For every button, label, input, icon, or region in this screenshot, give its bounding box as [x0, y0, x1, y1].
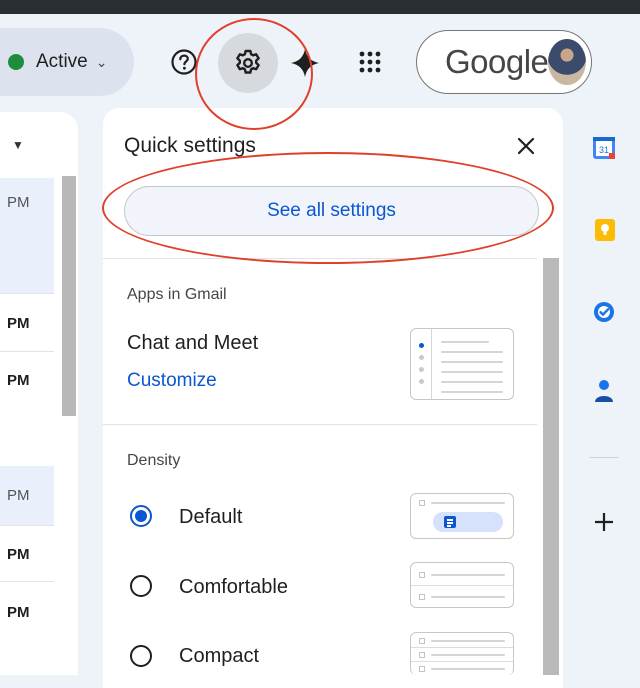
density-comfortable-preview — [410, 562, 514, 608]
divider — [590, 457, 618, 458]
apps-section-heading: Apps in Gmail — [127, 286, 227, 303]
contacts-icon[interactable] — [594, 378, 614, 404]
chevron-down-icon: ⌄ — [95, 53, 108, 70]
divider — [103, 424, 537, 425]
mail-time: PM — [7, 604, 30, 621]
density-default-radio[interactable] — [130, 505, 152, 527]
mail-time: PM — [7, 487, 30, 504]
density-default-label[interactable]: Default — [179, 506, 242, 529]
close-icon[interactable] — [514, 134, 538, 158]
list-item[interactable]: PM — [0, 178, 54, 294]
gear-icon — [236, 49, 260, 74]
mail-time: PM — [7, 315, 30, 332]
mail-scrollbar[interactable] — [62, 176, 76, 416]
list-item[interactable]: PM — [0, 294, 54, 352]
density-compact-label[interactable]: Compact — [179, 645, 259, 668]
settings-button[interactable] — [218, 33, 278, 93]
list-item[interactable]: PM — [0, 582, 54, 638]
panel-title: Quick settings — [124, 134, 256, 157]
density-comfortable-radio[interactable] — [130, 575, 152, 597]
density-compact-radio[interactable] — [130, 645, 152, 667]
chat-and-meet-label: Chat and Meet — [127, 332, 259, 354]
panel-scrollbar[interactable] — [543, 258, 559, 675]
svg-text:31: 31 — [599, 145, 609, 155]
list-item[interactable]: PM — [0, 352, 54, 410]
divider — [103, 258, 537, 259]
mail-time: PM — [7, 546, 30, 563]
apps-grid-icon[interactable] — [358, 50, 382, 74]
tasks-icon[interactable] — [592, 300, 616, 324]
density-default-preview — [410, 493, 514, 539]
list-item[interactable]: PM — [0, 526, 54, 582]
top-strip — [0, 0, 640, 14]
status-label: Active — [36, 51, 88, 72]
avatar[interactable] — [548, 39, 586, 85]
google-wordmark: Google — [445, 43, 549, 80]
gemini-spark-icon[interactable] — [290, 48, 320, 78]
list-item[interactable]: PM — [0, 466, 54, 526]
help-icon[interactable] — [170, 48, 198, 76]
mail-time: PM — [7, 194, 30, 211]
chat-layout-preview — [410, 328, 514, 400]
keep-icon[interactable] — [594, 218, 616, 242]
customize-link[interactable]: Customize — [127, 370, 217, 392]
calendar-icon[interactable]: 31 — [592, 136, 616, 160]
density-compact-preview — [410, 632, 514, 675]
status-chip[interactable]: Active ⌄ — [0, 28, 134, 96]
density-section-heading: Density — [127, 452, 181, 469]
density-comfortable-label[interactable]: Comfortable — [179, 576, 288, 599]
mail-time: PM — [7, 372, 30, 389]
add-icon[interactable] — [592, 510, 616, 534]
chevron-down-icon[interactable]: ▼ — [12, 138, 24, 152]
status-dot — [8, 54, 24, 70]
account-chip[interactable]: Google — [416, 30, 592, 94]
see-all-settings-button[interactable]: See all settings — [124, 186, 539, 236]
